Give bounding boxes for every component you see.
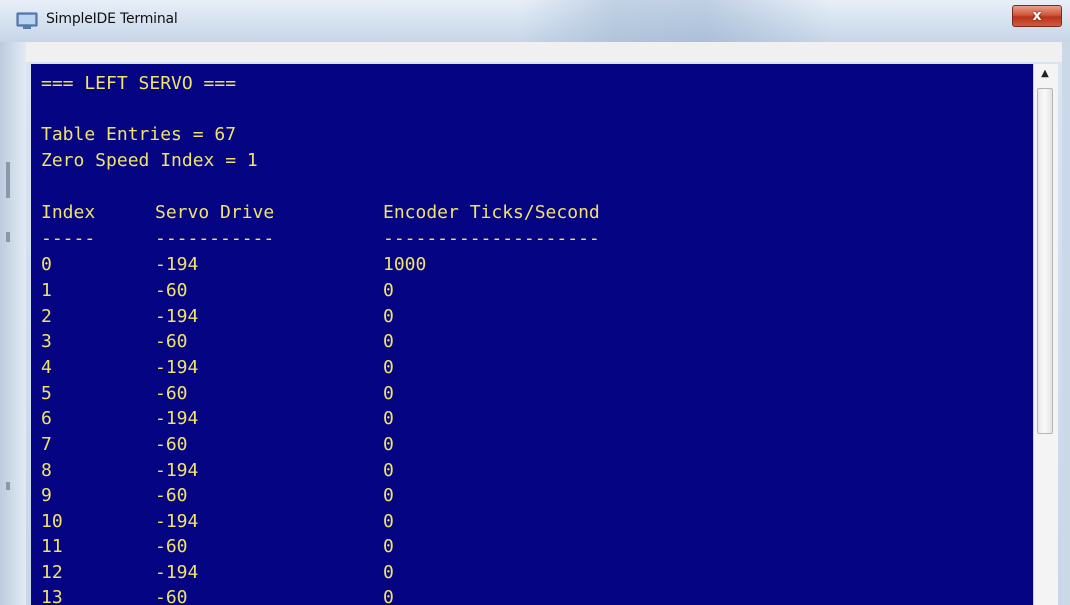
divider-encoder: -------------------- bbox=[383, 228, 600, 249]
row-4-index: 4 bbox=[41, 357, 52, 378]
frame-mark bbox=[6, 232, 10, 242]
terminal-window: SimpleIDE Terminal x === LEFT SERVO === … bbox=[0, 0, 1070, 605]
row-8-drive: -194 bbox=[155, 460, 199, 481]
row-0-drive: -194 bbox=[155, 254, 199, 275]
row-6-index: 6 bbox=[41, 408, 52, 429]
row-0-index: 0 bbox=[41, 254, 52, 275]
frame-mark bbox=[6, 162, 10, 198]
client-top-strip bbox=[26, 42, 1062, 62]
divider-index: ----- bbox=[41, 228, 96, 249]
row-1-ticks: 0 bbox=[383, 280, 394, 301]
row-12-index: 12 bbox=[41, 562, 63, 583]
row-10-index: 10 bbox=[41, 511, 63, 532]
row-6-ticks: 0 bbox=[383, 408, 394, 429]
row-10-ticks: 0 bbox=[383, 511, 394, 532]
close-button[interactable]: x bbox=[1012, 5, 1062, 27]
row-2-index: 2 bbox=[41, 306, 52, 327]
terminal-output[interactable]: === LEFT SERVO === Table Entries = 67 Ze… bbox=[31, 64, 1033, 605]
row-12-ticks: 0 bbox=[383, 562, 394, 583]
row-8-ticks: 0 bbox=[383, 460, 394, 481]
zero-speed-index-line: Zero Speed Index = 1 bbox=[41, 150, 258, 171]
scroll-up-arrow-icon[interactable]: ▲ bbox=[1033, 64, 1057, 84]
row-5-index: 5 bbox=[41, 383, 52, 404]
close-icon: x bbox=[1032, 8, 1042, 24]
row-12-drive: -194 bbox=[155, 562, 199, 583]
frame-mark bbox=[6, 482, 10, 490]
window-frame-right bbox=[1062, 42, 1070, 605]
terminal-app-icon bbox=[16, 12, 38, 29]
column-header-index: Index bbox=[41, 202, 96, 223]
row-4-ticks: 0 bbox=[383, 357, 394, 378]
row-13-ticks: 0 bbox=[383, 587, 394, 605]
row-1-drive: -60 bbox=[155, 280, 188, 301]
terminal-header: === LEFT SERVO === bbox=[41, 73, 237, 94]
row-8-index: 8 bbox=[41, 460, 52, 481]
row-5-drive: -60 bbox=[155, 383, 188, 404]
scrollbar-thumb[interactable] bbox=[1037, 88, 1053, 434]
window-frame-left bbox=[0, 42, 26, 605]
row-9-ticks: 0 bbox=[383, 485, 394, 506]
row-10-drive: -194 bbox=[155, 511, 199, 532]
row-5-ticks: 0 bbox=[383, 383, 394, 404]
table-entries-line: Table Entries = 67 bbox=[41, 124, 237, 145]
row-3-drive: -60 bbox=[155, 331, 188, 352]
row-2-drive: -194 bbox=[155, 306, 199, 327]
row-3-index: 3 bbox=[41, 331, 52, 352]
row-9-index: 9 bbox=[41, 485, 52, 506]
column-header-servo-drive: Servo Drive bbox=[155, 202, 275, 223]
window-title: SimpleIDE Terminal bbox=[46, 11, 178, 27]
title-bar-glass bbox=[520, 0, 830, 42]
row-7-ticks: 0 bbox=[383, 434, 394, 455]
row-7-index: 7 bbox=[41, 434, 52, 455]
title-bar[interactable]: SimpleIDE Terminal x bbox=[0, 0, 1070, 43]
row-13-index: 13 bbox=[41, 587, 63, 605]
row-7-drive: -60 bbox=[155, 434, 188, 455]
row-1-index: 1 bbox=[41, 280, 52, 301]
row-11-ticks: 0 bbox=[383, 536, 394, 557]
row-13-drive: -60 bbox=[155, 587, 188, 605]
row-11-index: 11 bbox=[41, 536, 63, 557]
divider-servo-drive: ----------- bbox=[155, 228, 275, 249]
row-0-ticks: 1000 bbox=[383, 254, 427, 275]
row-3-ticks: 0 bbox=[383, 331, 394, 352]
row-4-drive: -194 bbox=[155, 357, 199, 378]
row-6-drive: -194 bbox=[155, 408, 199, 429]
row-9-drive: -60 bbox=[155, 485, 188, 506]
column-header-encoder: Encoder Ticks/Second bbox=[383, 202, 600, 223]
row-2-ticks: 0 bbox=[383, 306, 394, 327]
row-11-drive: -60 bbox=[155, 536, 188, 557]
